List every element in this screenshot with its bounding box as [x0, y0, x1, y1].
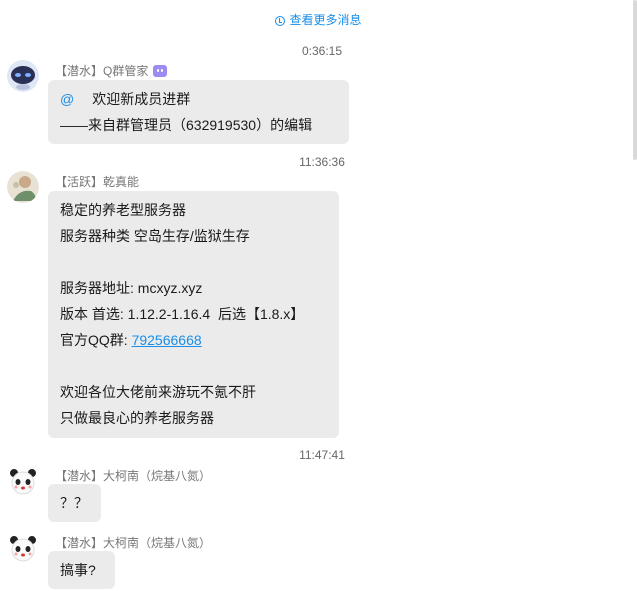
message-bubble[interactable]: @ 欢迎新成员进群 ——来自群管理员（632919530）的编辑 [48, 80, 349, 144]
sender-name[interactable]: 大柯南（烷基八氮） [103, 469, 211, 483]
message-line: @ 欢迎新成员进群 [60, 91, 191, 107]
message-timestamp: 11:36:36 [299, 155, 345, 169]
message-timestamp: 11:47:41 [299, 448, 345, 462]
chat-window: 查看更多消息 0:36:15 【潜水】Q群管家 @ 欢迎新成员进群 ——来自群管理… [0, 0, 637, 591]
message-line [60, 249, 327, 275]
sender-info: 【潜水】大柯南（烷基八氮） [55, 534, 211, 551]
sender-info: 【潜水】大柯南（烷基八氮） [55, 467, 211, 484]
message-line: 版本 首选: 1.12.2-1.16.4 后选【1.8.x】 [60, 306, 305, 322]
message-line: 官方QQ群: 792566668 [60, 332, 202, 348]
message-bubble[interactable]: 搞事? [48, 551, 115, 589]
message-bubble[interactable]: 稳定的养老型服务器 服务器种类 空岛生存/监狱生存 服务器地址: mcxyz.x… [48, 191, 339, 438]
sender-tag: 【潜水】 [55, 469, 104, 483]
sender-tag: 【潜水】 [55, 64, 104, 78]
sender-info: 【潜水】Q群管家 [55, 62, 168, 79]
message-line: 搞事? [60, 562, 96, 578]
message-line: 服务器地址: mcxyz.xyz [60, 280, 203, 296]
load-more-label: 查看更多消息 [289, 13, 362, 27]
load-more-link[interactable]: 查看更多消息 [0, 11, 637, 28]
message-line: ——来自群管理员（632919530）的编辑 [60, 117, 313, 133]
message-line [60, 353, 327, 379]
message-line: 稳定的养老型服务器 [60, 202, 186, 218]
message-line: 只做最良心的养老服务器 [60, 410, 214, 426]
message-timestamp: 0:36:15 [301, 44, 343, 58]
clock-icon [275, 16, 286, 26]
message-line: 服务器种类 空岛生存/监狱生存 [60, 228, 250, 244]
sender-name[interactable]: 乾真能 [103, 175, 139, 189]
panda-avatar-icon[interactable] [7, 465, 39, 497]
bot-badge-icon [153, 65, 168, 77]
sender-name[interactable]: 大柯南（烷基八氮） [103, 536, 211, 550]
message-bubble[interactable]: ？？ [48, 484, 101, 522]
at-icon: @ [60, 91, 75, 107]
sender-tag: 【活跃】 [55, 175, 104, 189]
user-photo-avatar-icon[interactable] [7, 171, 39, 203]
qq-group-link[interactable]: 792566668 [132, 332, 202, 348]
sender-info: 【活跃】乾真能 [55, 173, 139, 190]
message-line: ？？ [60, 495, 88, 511]
robot-avatar-icon[interactable] [7, 60, 39, 92]
panda-avatar-icon[interactable] [7, 532, 39, 564]
message-line: 欢迎各位大佬前来游玩不氪不肝 [60, 384, 256, 400]
sender-tag: 【潜水】 [55, 536, 104, 550]
sender-name[interactable]: Q群管家 [103, 64, 148, 78]
